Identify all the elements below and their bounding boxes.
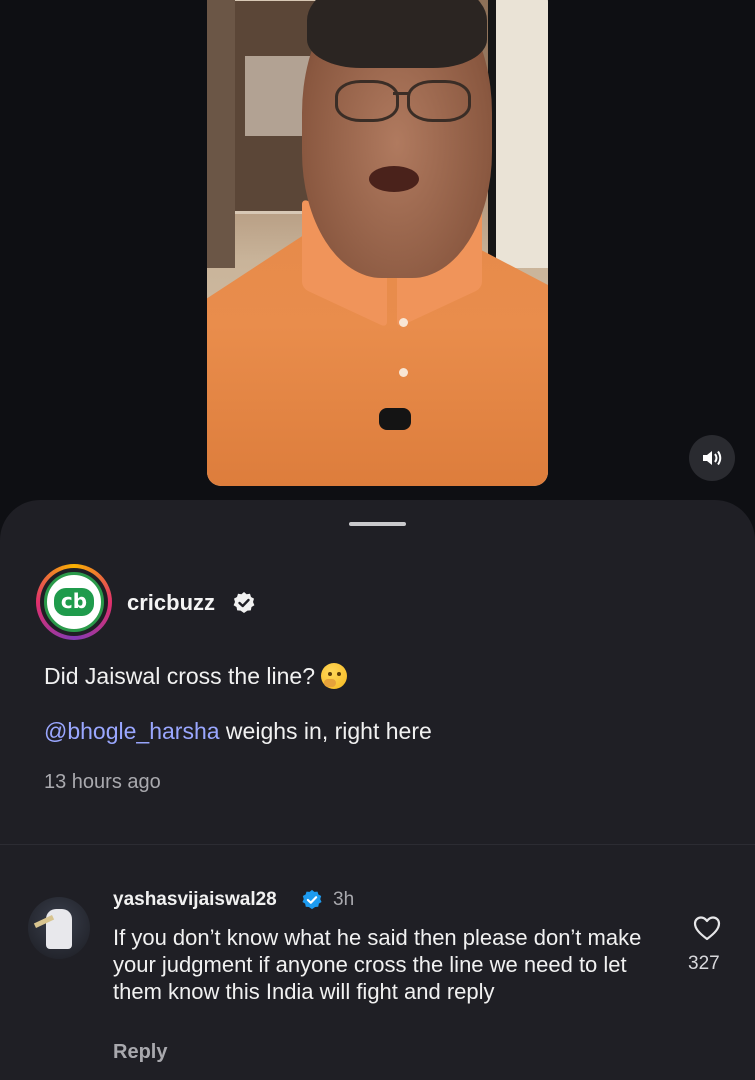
divider (0, 844, 755, 845)
post-caption-line2: @bhogle_harsha weighs in, right here (44, 718, 432, 744)
reply-button[interactable]: Reply (113, 1041, 167, 1064)
sheet-drag-handle[interactable] (349, 522, 406, 526)
post-avatar[interactable]: cb (36, 564, 112, 640)
comment-timestamp: 3h (333, 889, 355, 910)
video-background (207, 0, 235, 268)
cricbuzz-logo: cb (53, 588, 95, 616)
like-count: 327 (688, 953, 720, 974)
comment-avatar[interactable] (28, 897, 90, 959)
comment-text: If you don’t know what he said then plea… (113, 925, 642, 1004)
comments-sheet: cb cricbuzz Did Jaiswal cross the line? … (0, 500, 755, 1080)
video-player[interactable] (207, 0, 548, 486)
thinking-face-emoji (321, 663, 348, 689)
video-area[interactable] (0, 0, 755, 520)
post-timestamp: 13 hours ago (44, 771, 161, 793)
comment-username[interactable]: yashasvijaiswal28 (113, 889, 277, 911)
mention-link[interactable]: @bhogle_harsha (44, 718, 220, 744)
lapel-mic (379, 408, 411, 430)
speaker-icon (703, 450, 722, 466)
post-caption-line1: Did Jaiswal cross the line? (44, 663, 348, 690)
heart-icon[interactable] (693, 915, 721, 941)
verified-badge-icon (302, 889, 322, 910)
post-username[interactable]: cricbuzz (127, 590, 215, 616)
video-background-right (488, 0, 548, 268)
verified-badge-icon (233, 592, 255, 613)
sound-toggle-button[interactable] (689, 435, 735, 481)
